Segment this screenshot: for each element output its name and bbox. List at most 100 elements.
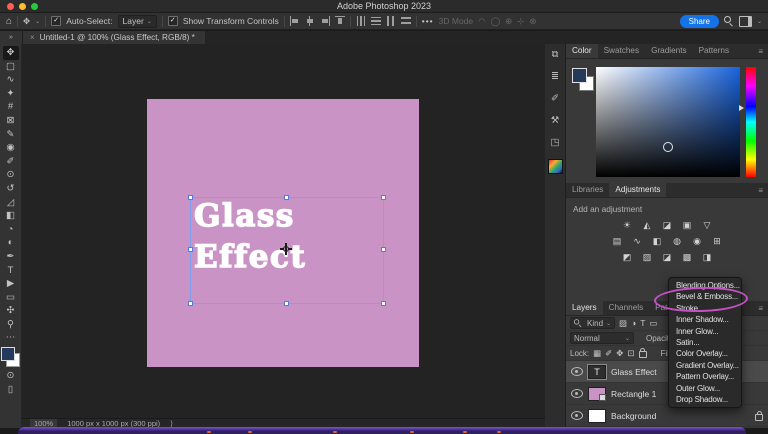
- chevron-down-icon[interactable]: ⌄: [757, 18, 762, 25]
- levels-icon[interactable]: ◭: [641, 220, 653, 231]
- menu-item-satin[interactable]: Satin...: [669, 337, 741, 348]
- visibility-eye-icon[interactable]: [571, 411, 583, 420]
- screen-mode-icon[interactable]: ▯: [3, 383, 19, 397]
- exposure-icon[interactable]: ▣: [681, 220, 693, 231]
- eraser-tool[interactable]: ◿: [3, 196, 19, 210]
- color-lookup-icon[interactable]: ⊞: [711, 236, 723, 247]
- align-left-icon[interactable]: [289, 16, 300, 26]
- tab-layers[interactable]: Layers: [566, 301, 603, 315]
- panel-menu-icon[interactable]: ≡: [758, 186, 763, 195]
- transform-handle[interactable]: [188, 301, 193, 306]
- path-selection-tool[interactable]: ▶: [3, 277, 19, 291]
- transform-handle[interactable]: [284, 301, 289, 306]
- hue-slider[interactable]: [746, 67, 756, 177]
- foreground-color-swatch[interactable]: [572, 68, 587, 83]
- shape-layer-thumbnail[interactable]: [588, 386, 606, 401]
- distribute-left-icon[interactable]: [356, 16, 366, 26]
- reference-point-icon[interactable]: [280, 243, 292, 255]
- close-tab-icon[interactable]: ×: [30, 33, 35, 42]
- lock-all-icon[interactable]: [638, 348, 647, 358]
- shape-tool[interactable]: ▭: [3, 291, 19, 305]
- lock-transparency-icon[interactable]: ▦: [593, 348, 601, 359]
- color-cursor-icon[interactable]: [663, 142, 673, 152]
- history-brush-tool[interactable]: ↺: [3, 182, 19, 196]
- minimize-window-icon[interactable]: [19, 2, 26, 10]
- lasso-tool[interactable]: ∿: [3, 73, 19, 87]
- menu-item-drop-shadow[interactable]: Drop Shadow...: [669, 394, 741, 405]
- menu-item-inner-glow[interactable]: Inner Glow...: [669, 326, 741, 337]
- tab-patterns[interactable]: Patterns: [693, 44, 736, 58]
- eyedropper-tool[interactable]: ✎: [3, 128, 19, 142]
- transform-handle[interactable]: [381, 195, 386, 200]
- more-tools-icon[interactable]: ⋯: [3, 331, 19, 345]
- gradient-tool[interactable]: ◧: [3, 209, 19, 223]
- photo-filter-icon[interactable]: ◍: [671, 236, 683, 247]
- menu-item-pattern-overlay[interactable]: Pattern Overlay...: [669, 371, 741, 382]
- brush-tool[interactable]: ✐: [3, 155, 19, 169]
- menu-item-inner-shadow[interactable]: Inner Shadow...: [669, 314, 741, 325]
- panel-menu-icon[interactable]: ≡: [758, 304, 763, 313]
- tab-color[interactable]: Color: [566, 44, 598, 58]
- zoom-window-icon[interactable]: [31, 2, 38, 10]
- quick-mask-icon[interactable]: ⊙: [3, 369, 19, 383]
- zoom-tool[interactable]: ⚲: [3, 318, 19, 332]
- frame-tool[interactable]: ⊠: [3, 114, 19, 128]
- 3d-panel-icon[interactable]: ◳: [548, 137, 563, 149]
- toolbar-collapse-icon[interactable]: »: [0, 31, 23, 44]
- layer-name[interactable]: Glass Effect: [611, 367, 657, 377]
- auto-select-dropdown[interactable]: Layer ⌄: [117, 14, 157, 28]
- distribute-right-icon[interactable]: [386, 16, 396, 26]
- document-tab[interactable]: × Untitled-1 @ 100% (Glass Effect, RGB/8…: [23, 31, 205, 44]
- filter-type-layers-icon[interactable]: T: [640, 318, 645, 328]
- libraries-color-panel-icon[interactable]: [547, 159, 563, 174]
- layer-name[interactable]: Background: [611, 411, 656, 421]
- tab-libraries[interactable]: Libraries: [566, 183, 609, 197]
- threshold-icon[interactable]: ◪: [661, 252, 673, 263]
- channel-mixer-icon[interactable]: ◉: [691, 236, 703, 247]
- search-icon[interactable]: [723, 16, 734, 26]
- blur-tool[interactable]: ◔: [3, 223, 19, 237]
- lock-position-icon[interactable]: ✥: [616, 348, 623, 359]
- foreground-color-swatch[interactable]: [1, 347, 15, 362]
- brush-settings-panel-icon[interactable]: ⚒: [548, 115, 563, 127]
- visibility-eye-icon[interactable]: [571, 367, 583, 376]
- layer-name[interactable]: Rectangle 1: [611, 389, 656, 399]
- object-selection-tool[interactable]: ✦: [3, 87, 19, 101]
- tab-channels[interactable]: Channels: [603, 301, 650, 315]
- invert-icon[interactable]: ◩: [621, 252, 633, 263]
- distribute-top-icon[interactable]: [400, 16, 411, 26]
- align-center-h-icon[interactable]: [305, 16, 315, 26]
- show-transform-checkbox[interactable]: ✓: [167, 16, 178, 26]
- color-field[interactable]: [596, 67, 740, 177]
- canvas-text[interactable]: Glass Effect: [193, 196, 306, 278]
- transform-handle[interactable]: [188, 195, 193, 200]
- hand-tool[interactable]: ✣: [3, 304, 19, 318]
- dodge-tool[interactable]: ◐: [3, 236, 19, 250]
- move-tool-preset-icon[interactable]: ✥: [23, 16, 30, 27]
- background-layer-thumbnail[interactable]: [588, 408, 606, 423]
- lock-pixels-icon[interactable]: ✐: [605, 348, 612, 359]
- hue-saturation-icon[interactable]: ▤: [611, 236, 623, 247]
- close-window-icon[interactable]: [7, 2, 14, 10]
- color-balance-icon[interactable]: ∿: [631, 236, 643, 247]
- transform-handle[interactable]: [381, 301, 386, 306]
- gradient-map-icon[interactable]: ▩: [681, 252, 693, 263]
- visibility-eye-icon[interactable]: [571, 389, 583, 398]
- transform-handle[interactable]: [381, 247, 386, 252]
- lock-artboard-icon[interactable]: ⊡: [627, 348, 634, 359]
- pen-tool[interactable]: ✒: [3, 250, 19, 264]
- menu-item-gradient-overlay[interactable]: Gradient Overlay...: [669, 360, 741, 371]
- clone-stamp-tool[interactable]: ⊙: [3, 168, 19, 182]
- layer-filter-dropdown[interactable]: Kind ⌄: [570, 317, 616, 329]
- text-layer-thumbnail[interactable]: T: [587, 363, 607, 380]
- tab-adjustments[interactable]: Adjustments: [609, 183, 667, 197]
- hue-slider-arrow-icon[interactable]: [739, 105, 744, 111]
- brightness-contrast-icon[interactable]: ☀: [621, 220, 633, 231]
- menu-item-outer-glow[interactable]: Outer Glow...: [669, 383, 741, 394]
- transform-handle[interactable]: [284, 195, 289, 200]
- align-top-icon[interactable]: [334, 16, 345, 26]
- selective-color-icon[interactable]: ◨: [701, 252, 713, 263]
- home-icon[interactable]: ⌂: [6, 16, 12, 27]
- transform-handle[interactable]: [188, 247, 193, 252]
- auto-select-checkbox[interactable]: ✓: [51, 16, 62, 26]
